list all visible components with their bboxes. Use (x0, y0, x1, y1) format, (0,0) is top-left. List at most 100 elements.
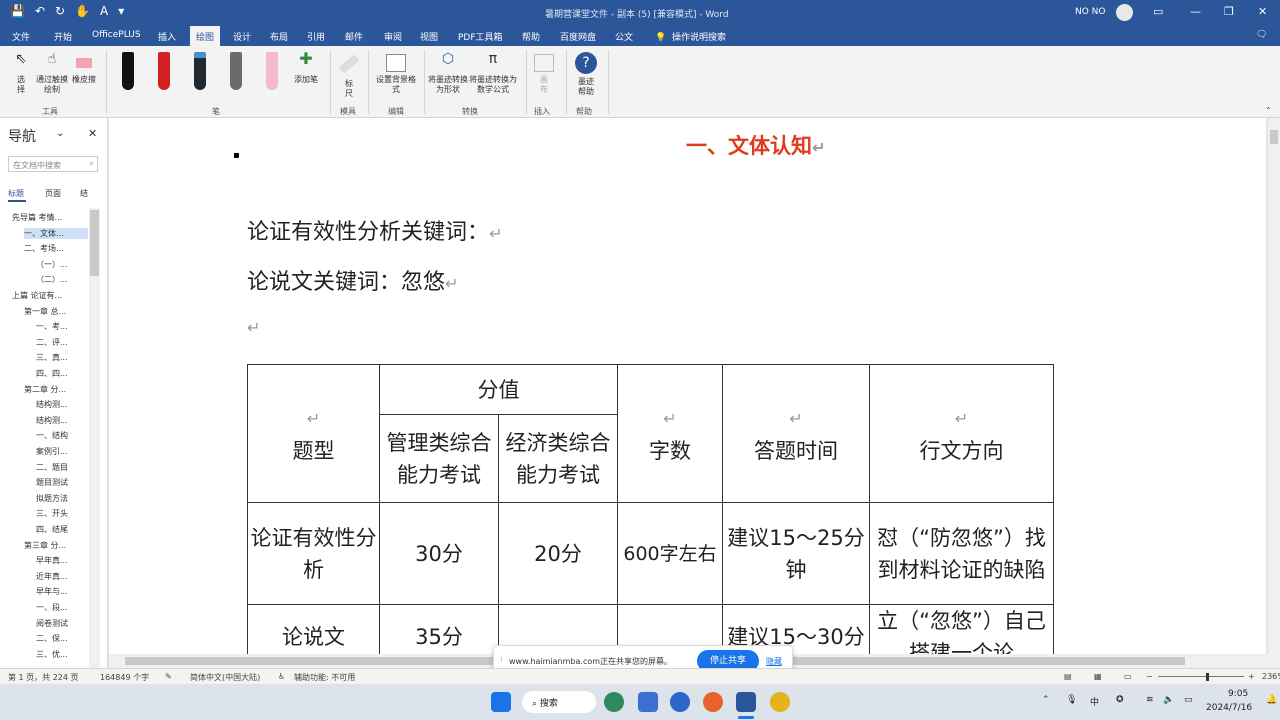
wifi-icon[interactable]: ≋ (1146, 695, 1154, 705)
word-count[interactable]: 164849 个字 (100, 672, 149, 683)
nav-item[interactable]: 拟题方法 (36, 493, 88, 504)
proofing-icon[interactable]: ✎ (165, 672, 172, 681)
avatar[interactable] (1116, 4, 1133, 21)
nav-item[interactable]: 二、题目 (36, 462, 88, 473)
nav-item[interactable]: 第一章 总... (24, 306, 88, 317)
zoom-slider[interactable] (1158, 676, 1244, 677)
cell-type[interactable]: 论证有效性分析 (247, 502, 380, 605)
tab-11[interactable]: PDF工具箱 (458, 30, 503, 43)
zoom-out-icon[interactable]: − (1146, 672, 1153, 681)
page-count[interactable]: 第 1 页，共 224 页 (8, 672, 79, 683)
exam-table[interactable]: ↵ 题型 分值 ↵ 字数 ↵ 答题时间 ↵ 行文方向 管理类综合能力考试 经济类综合能力… (247, 364, 1054, 654)
cell-words[interactable]: 600字左右 (617, 502, 723, 605)
zoom-in-icon[interactable]: + (1248, 672, 1255, 681)
nav-item[interactable]: 第三章 分... (24, 540, 88, 551)
vertical-scrollbar[interactable] (1268, 118, 1280, 654)
firefox-icon[interactable] (703, 692, 723, 712)
accessibility-status[interactable]: 辅助功能: 不可用 (294, 672, 355, 683)
hide-button[interactable]: 隐藏 (766, 656, 782, 667)
battery-icon[interactable]: ▭ (1184, 695, 1193, 705)
font-color-icon[interactable]: A (100, 4, 108, 18)
nav-item[interactable]: 三、真... (36, 352, 88, 363)
ink-help-button[interactable]: ? 墨迹帮助 (572, 52, 600, 97)
nav-item[interactable]: 阅卷测试 (36, 618, 88, 629)
paragraph-keywords-1[interactable]: 论证有效性分析关键词：↵ (247, 214, 502, 246)
nav-tab-0[interactable]: 标题 (8, 188, 24, 199)
tab-10[interactable]: 视图 (420, 30, 438, 43)
eraser-button[interactable]: 橡皮擦 (69, 54, 99, 85)
tab-8[interactable]: 邮件 (345, 30, 363, 43)
zoom-level[interactable]: 236% (1262, 672, 1280, 681)
tab-12[interactable]: 帮助 (522, 30, 540, 43)
nav-item[interactable]: 第二章 分... (24, 384, 88, 395)
header-time-cell[interactable]: ↵ 答题时间 (722, 364, 870, 503)
input-app-icon[interactable]: ✪ (1116, 695, 1124, 705)
paragraph-keywords-2[interactable]: 论说文关键词：忽悠↵ (247, 264, 458, 296)
ime-indicator[interactable]: 中 (1090, 695, 1099, 708)
pen-4-icon[interactable] (266, 52, 278, 90)
cell-econ[interactable]: 20分 (498, 502, 618, 605)
background-button[interactable]: 设置背景格式 (374, 54, 418, 95)
vertical-scroll-thumb[interactable] (1270, 130, 1278, 144)
app-search-icon[interactable] (670, 692, 690, 712)
nav-scroll-thumb[interactable] (90, 210, 99, 276)
save-icon[interactable]: 💾 (10, 4, 25, 18)
comments-icon[interactable]: 🗨 (1256, 30, 1267, 40)
nav-tab-2[interactable]: 结 (80, 188, 88, 199)
tab-6[interactable]: 布局 (270, 30, 288, 43)
section-heading[interactable]: 一、文体认知↵ (686, 130, 825, 160)
collapse-ribbon-icon[interactable]: ⌃ (1265, 106, 1272, 115)
nav-item[interactable]: 上篇 论证有... (12, 290, 88, 301)
tab-9[interactable]: 审阅 (384, 30, 402, 43)
read-mode-icon[interactable]: ▤ (1064, 672, 1072, 681)
nav-item[interactable]: 一、文体... (24, 227, 88, 239)
clock-time[interactable]: 9:05 (1228, 689, 1248, 699)
pen-0-icon[interactable] (122, 52, 134, 90)
nav-item[interactable]: 四、结尾 (36, 524, 88, 535)
tab-4[interactable]: 绘图 (190, 26, 221, 46)
nav-item[interactable]: 一、考... (36, 321, 88, 332)
nav-item[interactable]: 一、结构 (36, 430, 88, 441)
customize-icon[interactable]: ▾ (118, 4, 124, 18)
app-todo-icon[interactable] (638, 692, 658, 712)
nav-item[interactable]: 早年真... (36, 555, 88, 566)
nav-item[interactable]: 四、四... (36, 368, 88, 379)
cell-type[interactable]: 论说文 (247, 604, 380, 654)
nav-close-icon[interactable]: ✕ (88, 127, 97, 140)
nav-item[interactable]: 二、评... (36, 337, 88, 348)
tab-0[interactable]: 文件 (12, 30, 30, 43)
nav-item[interactable]: 题目测试 (36, 477, 88, 488)
restore-icon[interactable]: ❐ (1224, 5, 1234, 18)
nav-search-input[interactable]: 在文档中搜索 ⌕ (8, 156, 98, 172)
zoom-slider-thumb[interactable] (1206, 673, 1209, 681)
nav-scrollbar[interactable] (89, 208, 100, 668)
cell-direction[interactable]: 立（“忽悠”）自己搭建一个论 (869, 604, 1054, 654)
tab-14[interactable]: 公文 (615, 30, 633, 43)
touch-draw-button[interactable]: ☝ 通过触摸绘制 (36, 52, 68, 95)
nav-item[interactable]: （一）... (36, 259, 88, 270)
nav-item[interactable]: 先导篇 考情... (12, 212, 88, 223)
header-mgmt-cell[interactable]: 管理类综合能力考试 (379, 414, 499, 503)
pen-3-icon[interactable] (230, 52, 242, 90)
chrome-icon[interactable] (770, 692, 790, 712)
notification-icon[interactable]: 🔔 (1266, 695, 1277, 705)
header-econ-cell[interactable]: 经济类综合能力考试 (498, 414, 618, 503)
nav-item[interactable]: 近年真... (36, 571, 88, 582)
taskbar-search[interactable]: ⌕ 搜索 (522, 691, 596, 713)
document-page[interactable]: 一、文体认知↵ ▪ 论证有效性分析关键词：↵ 论说文关键词：忽悠↵ ↵ ↵ 题型 … (109, 118, 1266, 654)
cell-mgmt[interactable]: 30分 (379, 502, 499, 605)
add-pen-button[interactable]: ✚ 添加笔 (294, 51, 318, 85)
nav-item[interactable]: 三、优... (36, 649, 88, 660)
cell-mgmt[interactable]: 35分 (379, 604, 499, 654)
nav-item[interactable]: 案例引... (36, 446, 88, 457)
nav-item[interactable]: 二、保... (36, 633, 88, 644)
nav-item[interactable]: 结构测... (36, 415, 88, 426)
minimize-icon[interactable]: — (1190, 5, 1201, 18)
drag-handle-icon[interactable]: ⁞ (500, 655, 503, 664)
nav-item[interactable]: 一、段... (36, 602, 88, 613)
nav-item[interactable]: 早年与... (36, 586, 88, 597)
header-type-cell[interactable]: ↵ 题型 (247, 364, 380, 503)
empty-paragraph[interactable]: ↵ (247, 314, 260, 339)
tab-3[interactable]: 插入 (158, 30, 176, 43)
tab-2[interactable]: OfficePLUS (92, 30, 141, 40)
